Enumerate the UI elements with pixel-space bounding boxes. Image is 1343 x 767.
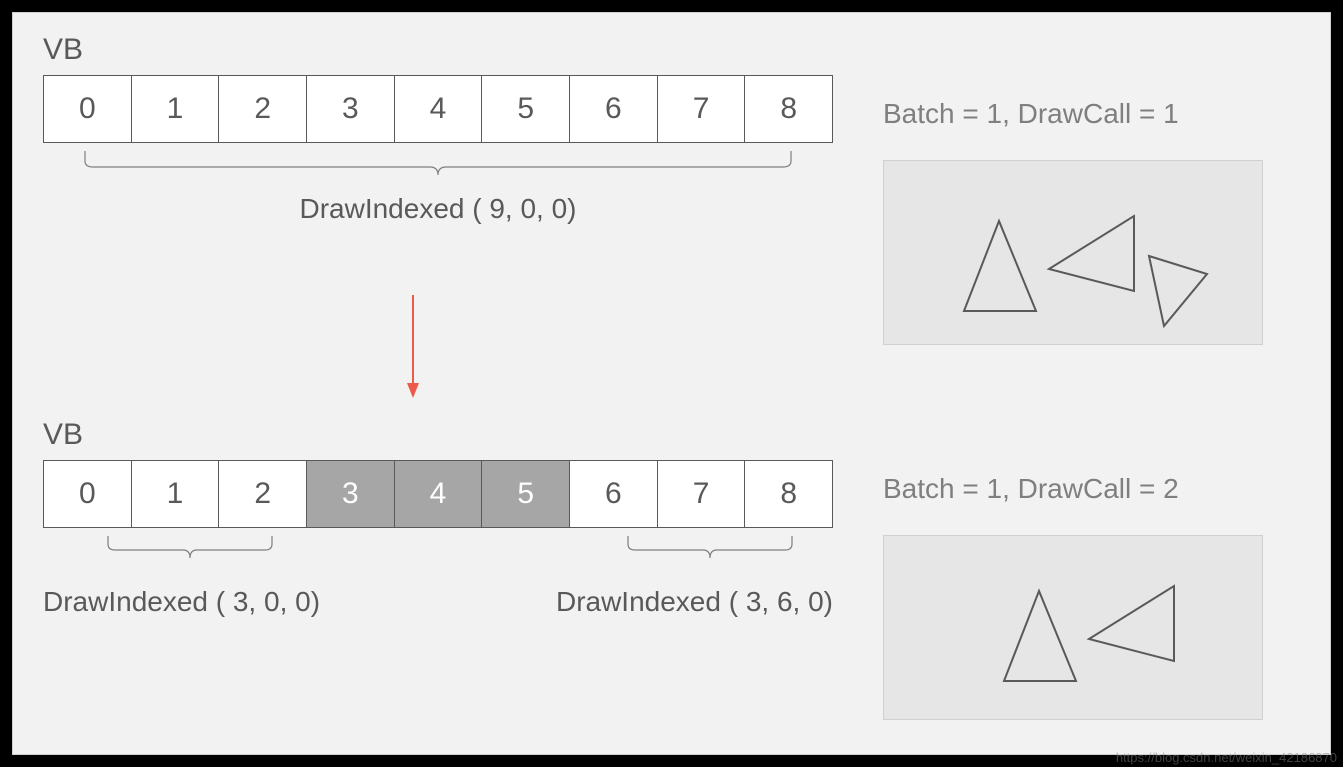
- vb-cell: 1: [132, 76, 220, 142]
- vb-cell: 5: [482, 461, 570, 527]
- right-top: Batch = 1, DrawCall = 1: [883, 98, 1293, 345]
- bottom-labels: DrawIndexed ( 3, 0, 0) DrawIndexed ( 3, …: [43, 586, 833, 618]
- draw-label-bottom-left: DrawIndexed ( 3, 0, 0): [43, 586, 320, 618]
- vb-cell: 6: [570, 76, 658, 142]
- right-bottom: Batch = 1, DrawCall = 2: [883, 473, 1293, 720]
- vb-cell: 8: [745, 461, 832, 527]
- braces-bottom: [43, 528, 833, 568]
- vertex-buffer-bottom: 012345678: [43, 460, 833, 528]
- vb-cell: 5: [482, 76, 570, 142]
- vb-cell: 2: [219, 461, 307, 527]
- draw-label-bottom-right: DrawIndexed ( 3, 6, 0): [556, 586, 833, 618]
- vb-label-top: VB: [43, 33, 833, 67]
- top-section: VB 012345678 DrawIndexed ( 9, 0, 0): [43, 33, 833, 225]
- vb-cell: 3: [307, 76, 395, 142]
- batch-label-bottom: Batch = 1, DrawCall = 2: [883, 473, 1293, 505]
- brace-top: [43, 143, 833, 183]
- diagram-panel: VB 012345678 DrawIndexed ( 9, 0, 0) VB 0…: [12, 12, 1331, 755]
- vb-cell: 4: [395, 76, 483, 142]
- vb-label-bottom: VB: [43, 418, 833, 452]
- vb-cell: 0: [44, 76, 132, 142]
- vb-cell: 2: [219, 76, 307, 142]
- vb-cell: 3: [307, 461, 395, 527]
- batch-label-top: Batch = 1, DrawCall = 1: [883, 98, 1293, 130]
- draw-label-top: DrawIndexed ( 9, 0, 0): [43, 193, 833, 225]
- watermark: https://blog.csdn.net/weixin_42186870: [1116, 750, 1337, 765]
- render-output-top: [883, 160, 1263, 345]
- vb-cell: 0: [44, 461, 132, 527]
- render-output-bottom: [883, 535, 1263, 720]
- arrow-down-icon: [393, 293, 433, 403]
- bottom-section: VB 012345678 DrawIndexed ( 3, 0, 0) Draw…: [43, 418, 833, 618]
- vb-cell: 1: [132, 461, 220, 527]
- vb-cell: 7: [658, 461, 746, 527]
- vb-cell: 6: [570, 461, 658, 527]
- vb-cell: 4: [395, 461, 483, 527]
- vb-cell: 7: [658, 76, 746, 142]
- vertex-buffer-top: 012345678: [43, 75, 833, 143]
- vb-cell: 8: [745, 76, 832, 142]
